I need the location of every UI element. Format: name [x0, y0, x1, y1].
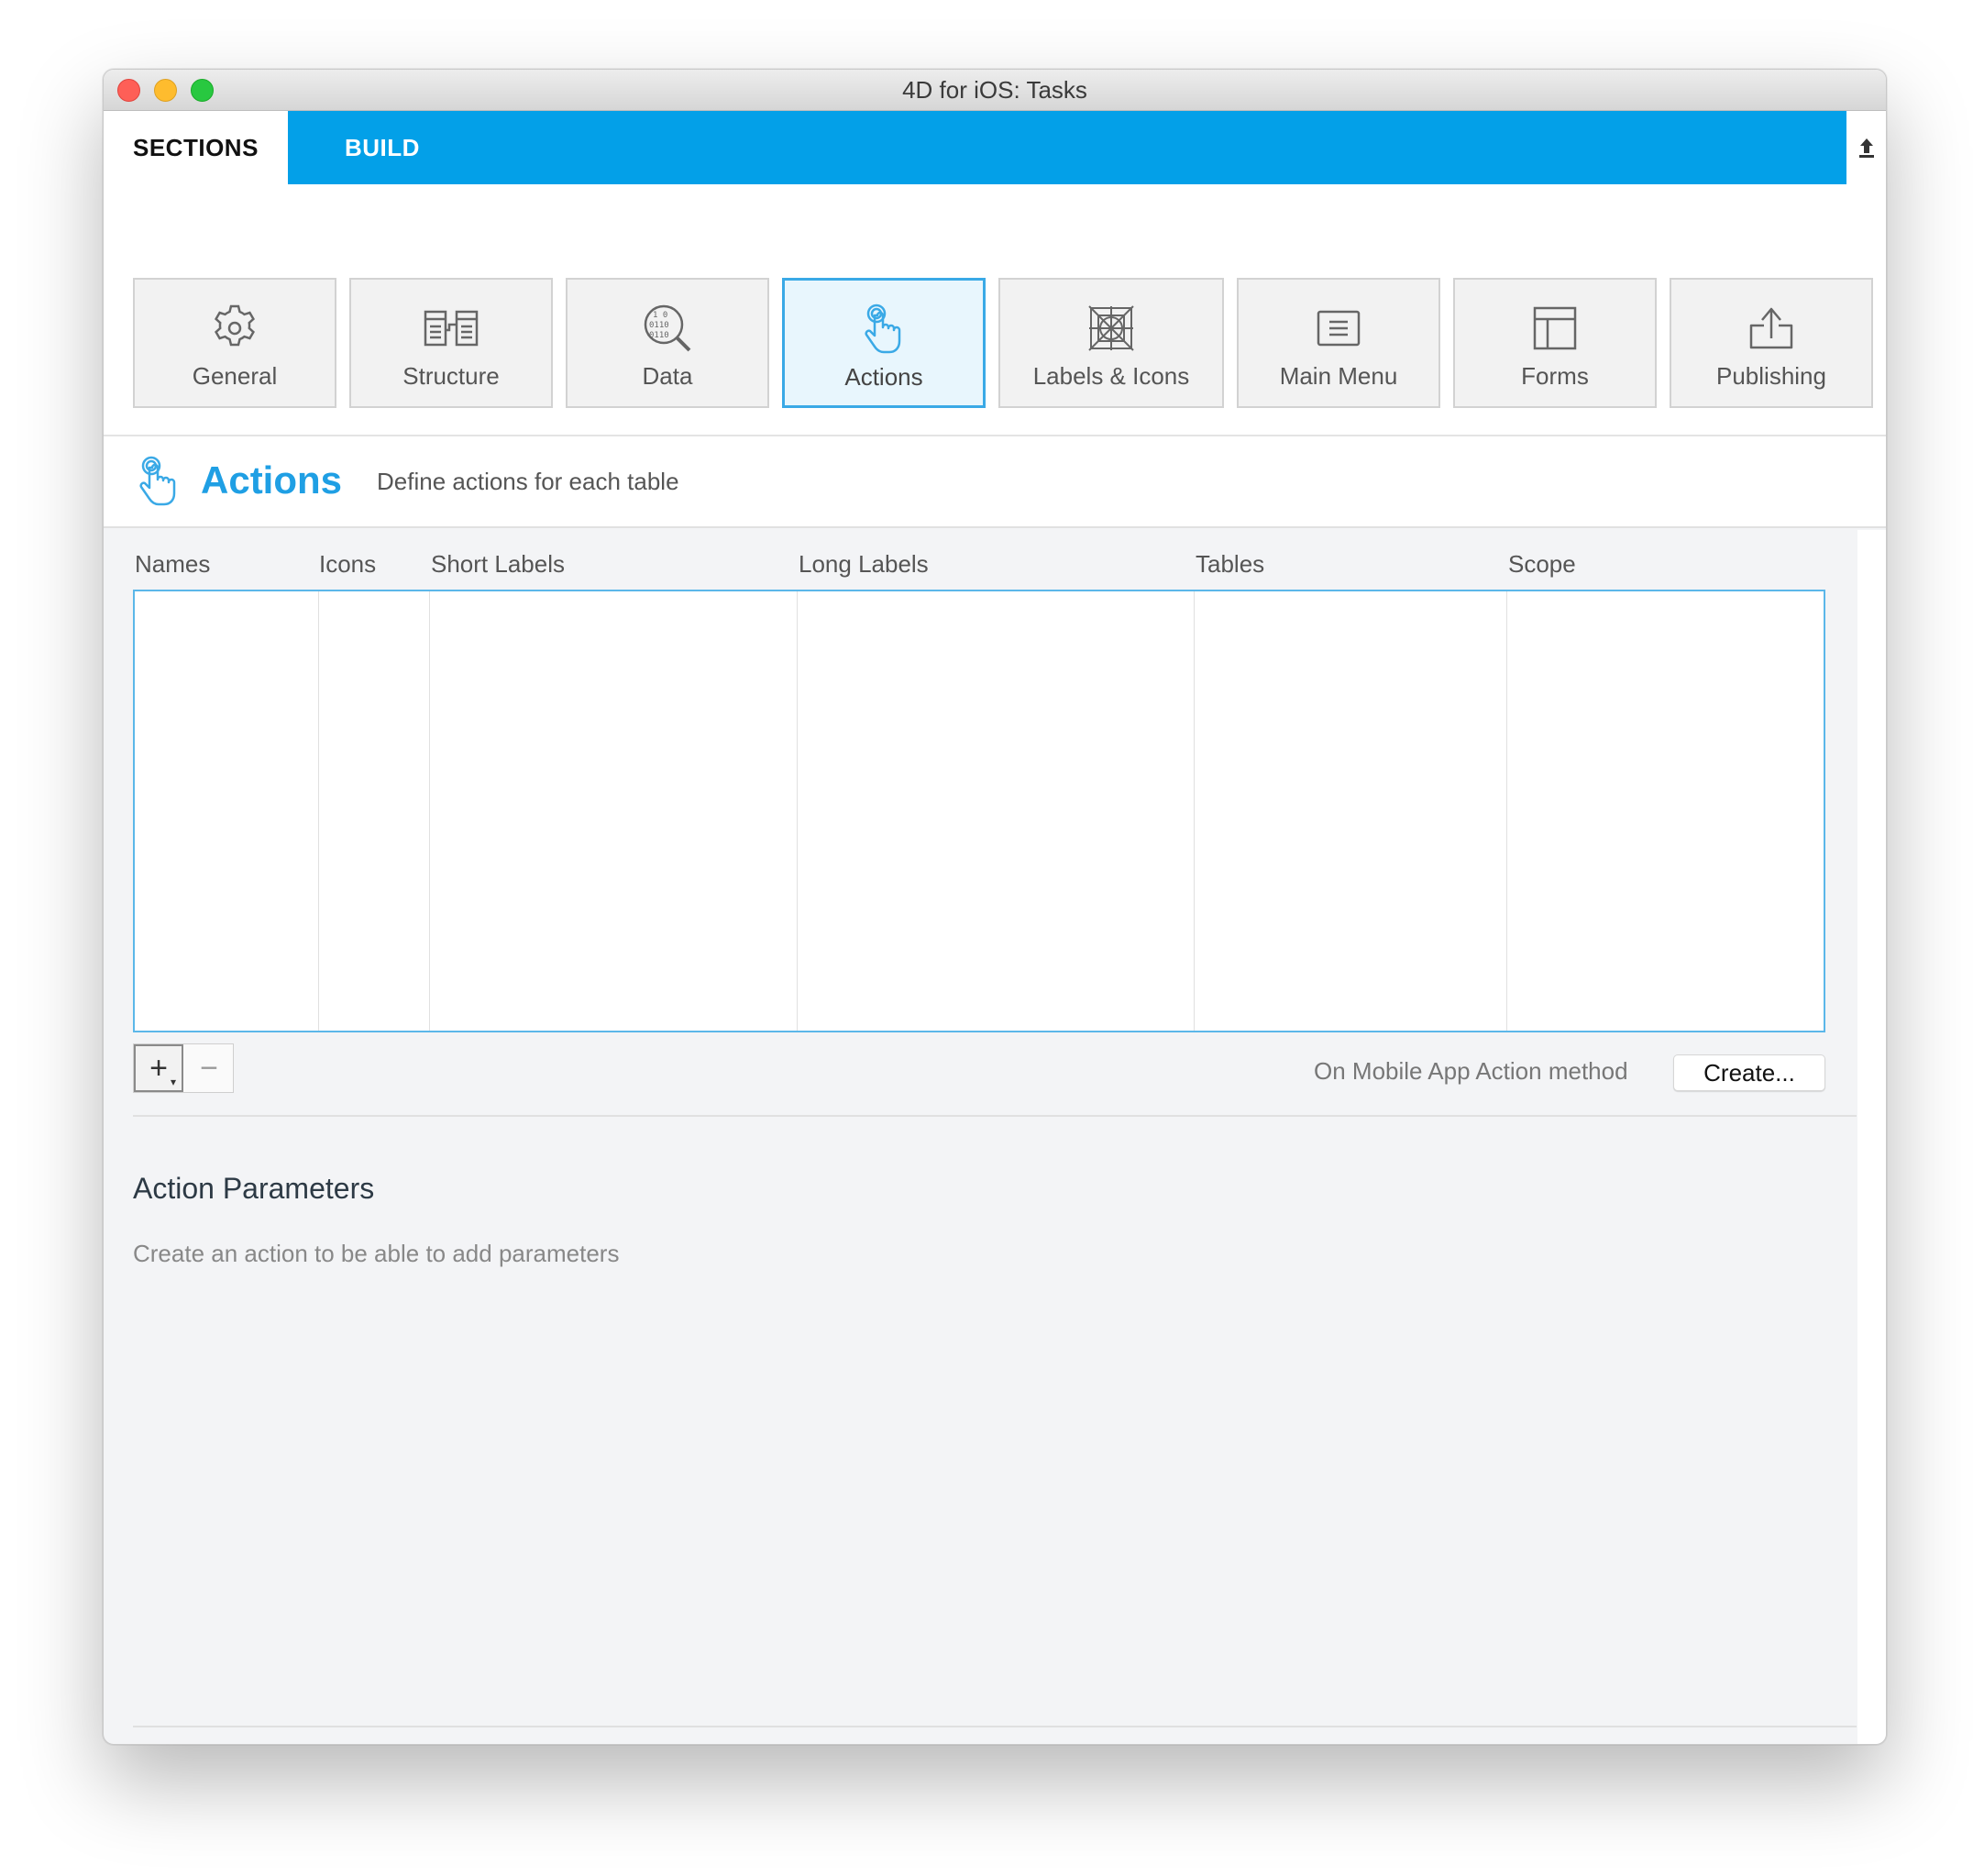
section-general-button[interactable]: General [133, 278, 336, 408]
section-label: Publishing [1716, 362, 1826, 390]
section-label: Data [642, 362, 693, 390]
column-divider [797, 591, 798, 1031]
data-search-icon: 1 0 0110 0110 [644, 304, 691, 352]
tab-build[interactable]: BUILD [345, 111, 420, 184]
add-action-button[interactable]: + ▾ [134, 1044, 183, 1092]
right-gutter [1857, 530, 1886, 1744]
title-bar: 4D for iOS: Tasks [104, 70, 1886, 111]
labels-icons-icon [1088, 305, 1134, 351]
structure-icon [424, 310, 479, 347]
svg-text:1 0: 1 0 [653, 311, 667, 320]
window-title: 4D for iOS: Tasks [902, 76, 1087, 104]
remove-action-button[interactable]: − [185, 1044, 233, 1092]
add-remove-controls: + ▾ − [133, 1043, 234, 1093]
section-label: General [192, 362, 278, 390]
column-header-short-labels[interactable]: Short Labels [431, 550, 565, 579]
column-header-icons[interactable]: Icons [319, 550, 376, 579]
column-header-names[interactable]: Names [135, 550, 210, 579]
actions-table[interactable] [133, 590, 1825, 1032]
divider [133, 1115, 1857, 1117]
build-tab-area: BUILD [288, 111, 1848, 184]
header-icon-wrapper [137, 453, 181, 514]
section-label: Forms [1521, 362, 1589, 390]
svg-text:0110: 0110 [649, 331, 669, 340]
create-method-button[interactable]: Create... [1673, 1054, 1825, 1091]
main-menu-icon [1317, 310, 1361, 347]
hand-pointer-icon [139, 456, 176, 506]
section-actions-button[interactable]: Actions [782, 278, 986, 408]
hand-pointer-icon [865, 303, 901, 354]
divider [133, 1726, 1857, 1727]
column-divider [1194, 591, 1195, 1031]
column-header-long-labels[interactable]: Long Labels [799, 550, 929, 579]
method-label: On Mobile App Action method [1314, 1057, 1628, 1085]
section-label: Main Menu [1279, 362, 1398, 390]
column-divider [318, 591, 319, 1031]
dropdown-caret-icon: ▾ [170, 1076, 176, 1088]
section-labels-icons-button[interactable]: Labels & Icons [998, 278, 1224, 408]
table-header-row: Names Icons Short Labels Long Labels Tab… [104, 537, 1886, 588]
sections-toolbar: General Structure 1 0 0110 0110 Data Act… [104, 184, 1886, 436]
app-window: 4D for iOS: Tasks SECTIONS BUILD General… [103, 69, 1887, 1745]
gear-icon [215, 304, 255, 347]
section-structure-button[interactable]: Structure [349, 278, 553, 408]
column-header-scope[interactable]: Scope [1508, 550, 1576, 579]
page-subtitle: Define actions for each table [377, 468, 679, 495]
page-title: Actions [201, 458, 343, 502]
tab-sections[interactable]: SECTIONS [104, 111, 288, 184]
upload-button[interactable] [1846, 111, 1886, 184]
action-parameters-hint: Create an action to be able to add param… [133, 1240, 620, 1267]
section-label: Structure [402, 362, 500, 390]
section-data-button[interactable]: 1 0 0110 0110 Data [566, 278, 769, 408]
column-header-tables[interactable]: Tables [1196, 550, 1264, 579]
section-label: Actions [844, 363, 923, 391]
section-main-menu-button[interactable]: Main Menu [1237, 278, 1440, 408]
section-label: Labels & Icons [1032, 362, 1190, 390]
section-publishing-button[interactable]: Publishing [1670, 278, 1873, 408]
forms-icon [1533, 306, 1577, 350]
svg-text:0110: 0110 [649, 321, 669, 330]
section-header: Actions Define actions for each table [104, 436, 1886, 528]
column-divider [429, 591, 430, 1031]
top-tab-bar: SECTIONS BUILD [104, 111, 1886, 184]
column-divider [1506, 591, 1507, 1031]
section-forms-button[interactable]: Forms [1453, 278, 1657, 408]
upload-arrow-icon [1858, 138, 1874, 158]
publish-icon [1749, 307, 1793, 349]
action-parameters-title: Action Parameters [133, 1172, 375, 1205]
